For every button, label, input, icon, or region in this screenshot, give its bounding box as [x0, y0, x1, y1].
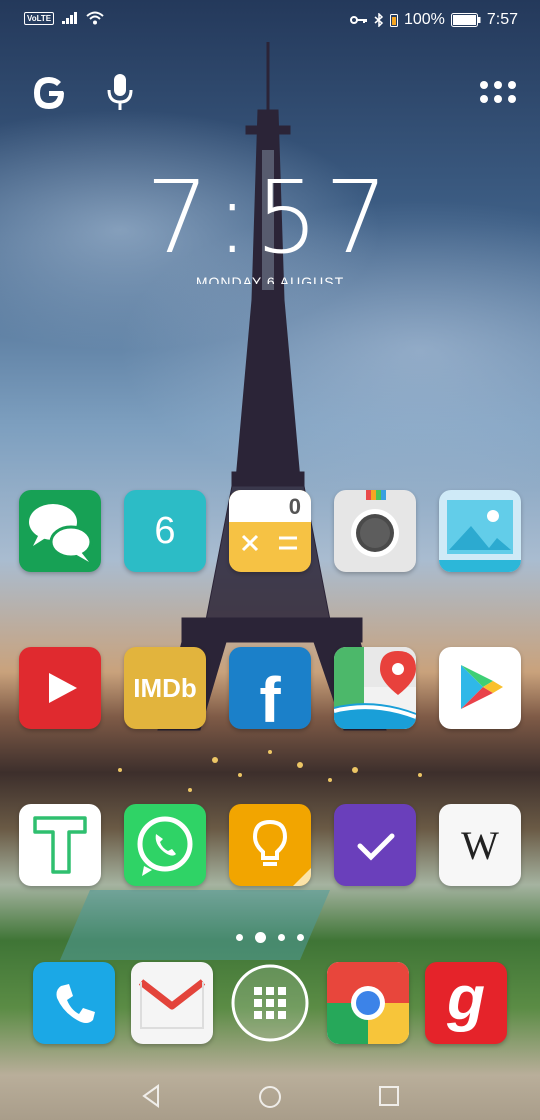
- app-text[interactable]: [19, 804, 101, 886]
- app-camera[interactable]: [334, 490, 416, 572]
- app-tasks[interactable]: [334, 804, 416, 886]
- chrome-icon: [327, 962, 409, 1044]
- camera-icon: [351, 490, 399, 557]
- back-icon[interactable]: [140, 1084, 162, 1108]
- app-gallery[interactable]: [439, 490, 521, 572]
- app-messages[interactable]: [19, 490, 101, 572]
- page-dot[interactable]: [278, 934, 285, 941]
- search-row: [0, 70, 540, 114]
- play-store-icon: [461, 665, 503, 709]
- lightbulb-icon: [252, 819, 311, 886]
- app-maps[interactable]: [334, 647, 416, 729]
- wikipedia-icon: W: [461, 822, 499, 868]
- status-bar: VoLTE 100% 7:57: [0, 0, 540, 40]
- play-icon: [49, 673, 77, 703]
- app-calendar[interactable]: 6: [124, 490, 206, 572]
- mail-icon: [138, 979, 206, 1029]
- dock-app-drawer[interactable]: [229, 962, 311, 1044]
- app-wikipedia[interactable]: W: [439, 804, 521, 886]
- gallery-icon: [439, 500, 521, 572]
- status-time: 7:57: [486, 11, 518, 28]
- app-youtube[interactable]: [19, 647, 101, 729]
- dock-phone[interactable]: [33, 962, 115, 1044]
- app-drawer-icon: [231, 964, 309, 1042]
- imdb-icon: IMDb: [133, 672, 197, 703]
- microphone-icon[interactable]: [106, 72, 134, 112]
- calculator-display-value: 0: [288, 494, 301, 519]
- page-dot[interactable]: [297, 934, 304, 941]
- app-facebook[interactable]: f: [229, 647, 311, 729]
- t-letter-icon: [33, 816, 87, 874]
- battery-percent: 100%: [403, 11, 445, 28]
- dock-gmail[interactable]: [131, 962, 213, 1044]
- page-indicator[interactable]: [0, 932, 540, 943]
- chat-bubbles-icon: [29, 504, 93, 562]
- facebook-icon: f: [259, 664, 281, 729]
- app-calculator[interactable]: 0: [229, 490, 311, 572]
- clock-widget-time[interactable]: 7:57: [0, 168, 540, 268]
- signal-icon: [62, 12, 78, 24]
- recents-icon[interactable]: [378, 1085, 400, 1107]
- google-g-icon[interactable]: [30, 74, 68, 112]
- checkmark-icon: [357, 833, 395, 861]
- bluetooth-icon: [374, 13, 384, 27]
- dock-chrome[interactable]: [327, 962, 409, 1044]
- phone-icon: [56, 984, 95, 1023]
- dock-gaana[interactable]: g: [425, 962, 507, 1044]
- app-whatsapp[interactable]: [124, 804, 206, 886]
- page-dot-active[interactable]: [255, 932, 266, 943]
- key-icon: [349, 16, 367, 24]
- app-keep[interactable]: [229, 804, 311, 886]
- navigation-bar: [0, 1076, 540, 1120]
- gaana-icon: g: [447, 963, 485, 1033]
- map-pin-icon: [334, 647, 416, 729]
- whatsapp-icon: [137, 816, 193, 876]
- battery-icon: [450, 13, 481, 27]
- clock-widget-date: MONDAY 6 AUGUST: [195, 274, 345, 284]
- page-dot[interactable]: [236, 934, 243, 941]
- calculator-icon: [241, 534, 297, 552]
- app-play-store[interactable]: [439, 647, 521, 729]
- home-icon[interactable]: [257, 1084, 283, 1110]
- app-imdb[interactable]: IMDb: [124, 647, 206, 729]
- battery-saver-icon: [389, 14, 398, 27]
- volte-badge: VoLTE: [24, 11, 55, 25]
- calendar-day-number: 6: [154, 509, 176, 552]
- wifi-icon: [86, 11, 104, 25]
- more-options-icon[interactable]: [478, 80, 518, 104]
